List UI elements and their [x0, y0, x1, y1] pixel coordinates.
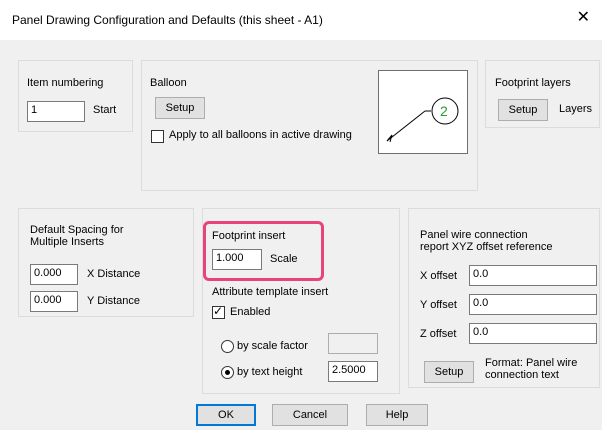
close-button[interactable]: ✕ — [577, 10, 590, 26]
by-text-height-label: by text height — [237, 366, 303, 378]
balloon-preview: 2 — [378, 70, 468, 154]
x-distance-input[interactable]: 0.000 — [30, 264, 78, 285]
attribute-enabled-checkbox[interactable]: ✓ — [212, 304, 225, 319]
panel-wire-format-2: connection text — [485, 369, 559, 381]
window-title: Panel Drawing Configuration and Defaults… — [12, 13, 323, 27]
footprint-layers-suffix: Layers — [559, 103, 593, 115]
item-numbering-start-label: Start — [93, 104, 117, 116]
balloon-preview-graphic: 2 — [386, 97, 459, 143]
footprint-insert-highlight — [203, 221, 324, 281]
y-offset-label: Y offset — [420, 299, 457, 311]
panel-wire-label-1: Panel wire connection — [420, 229, 528, 241]
y-distance-input[interactable]: 0.000 — [30, 291, 78, 312]
balloon-number: 2 — [440, 103, 448, 119]
z-offset-label: Z offset — [420, 328, 457, 340]
apply-all-balloons-checkbox[interactable] — [151, 130, 164, 143]
panel-wire-label-2: report XYZ offset reference — [420, 241, 553, 253]
default-spacing-label-1: Default Spacing for — [30, 224, 124, 236]
panel-wire-group: Panel wire connection report XYZ offset … — [408, 208, 600, 388]
balloon-setup-button[interactable]: Setup — [155, 97, 205, 119]
help-button[interactable]: Help — [366, 404, 428, 426]
balloon-group: Balloon Setup Apply to all balloons in a… — [141, 60, 478, 191]
cancel-button[interactable]: Cancel — [272, 404, 348, 426]
by-scale-factor-input[interactable] — [328, 333, 378, 354]
y-distance-label: Y Distance — [87, 295, 140, 307]
apply-all-balloons-label: Apply to all balloons in active drawing — [169, 129, 352, 141]
by-scale-factor-label: by scale factor — [237, 340, 308, 352]
footprint-layers-group: Footprint layers Setup Layers — [485, 60, 600, 128]
by-scale-factor-radio[interactable] — [221, 340, 234, 353]
leader-line — [386, 110, 426, 142]
by-text-height-input[interactable]: 2.5000 — [328, 361, 378, 382]
default-spacing-label-2: Multiple Inserts — [30, 236, 104, 248]
attribute-enabled-label: Enabled — [230, 306, 271, 318]
x-offset-input[interactable]: 0.0 — [469, 265, 597, 286]
attribute-template-label: Attribute template insert — [212, 286, 329, 298]
z-offset-input[interactable]: 0.0 — [469, 323, 597, 344]
title-bar: Panel Drawing Configuration and Defaults… — [0, 0, 602, 40]
ok-button[interactable]: OK — [196, 404, 256, 426]
item-numbering-group: Item numbering 1 Start — [18, 60, 133, 132]
balloon-label: Balloon — [150, 77, 187, 89]
panel-wire-format-1: Format: Panel wire — [485, 357, 578, 369]
item-numbering-label: Item numbering — [27, 77, 104, 89]
footprint-layers-setup-button[interactable]: Setup — [498, 99, 548, 121]
item-numbering-start-input[interactable]: 1 — [27, 101, 85, 122]
y-offset-input[interactable]: 0.0 — [469, 294, 597, 315]
by-text-height-radio[interactable] — [221, 366, 234, 379]
default-spacing-group: Default Spacing for Multiple Inserts 0.0… — [18, 208, 194, 317]
x-distance-label: X Distance — [87, 268, 141, 280]
panel-wire-setup-button[interactable]: Setup — [424, 361, 474, 383]
footprint-layers-label: Footprint layers — [495, 77, 571, 89]
x-offset-label: X offset — [420, 270, 458, 282]
checkmark-icon: ✓ — [213, 304, 224, 318]
radio-selected-dot — [225, 370, 230, 375]
